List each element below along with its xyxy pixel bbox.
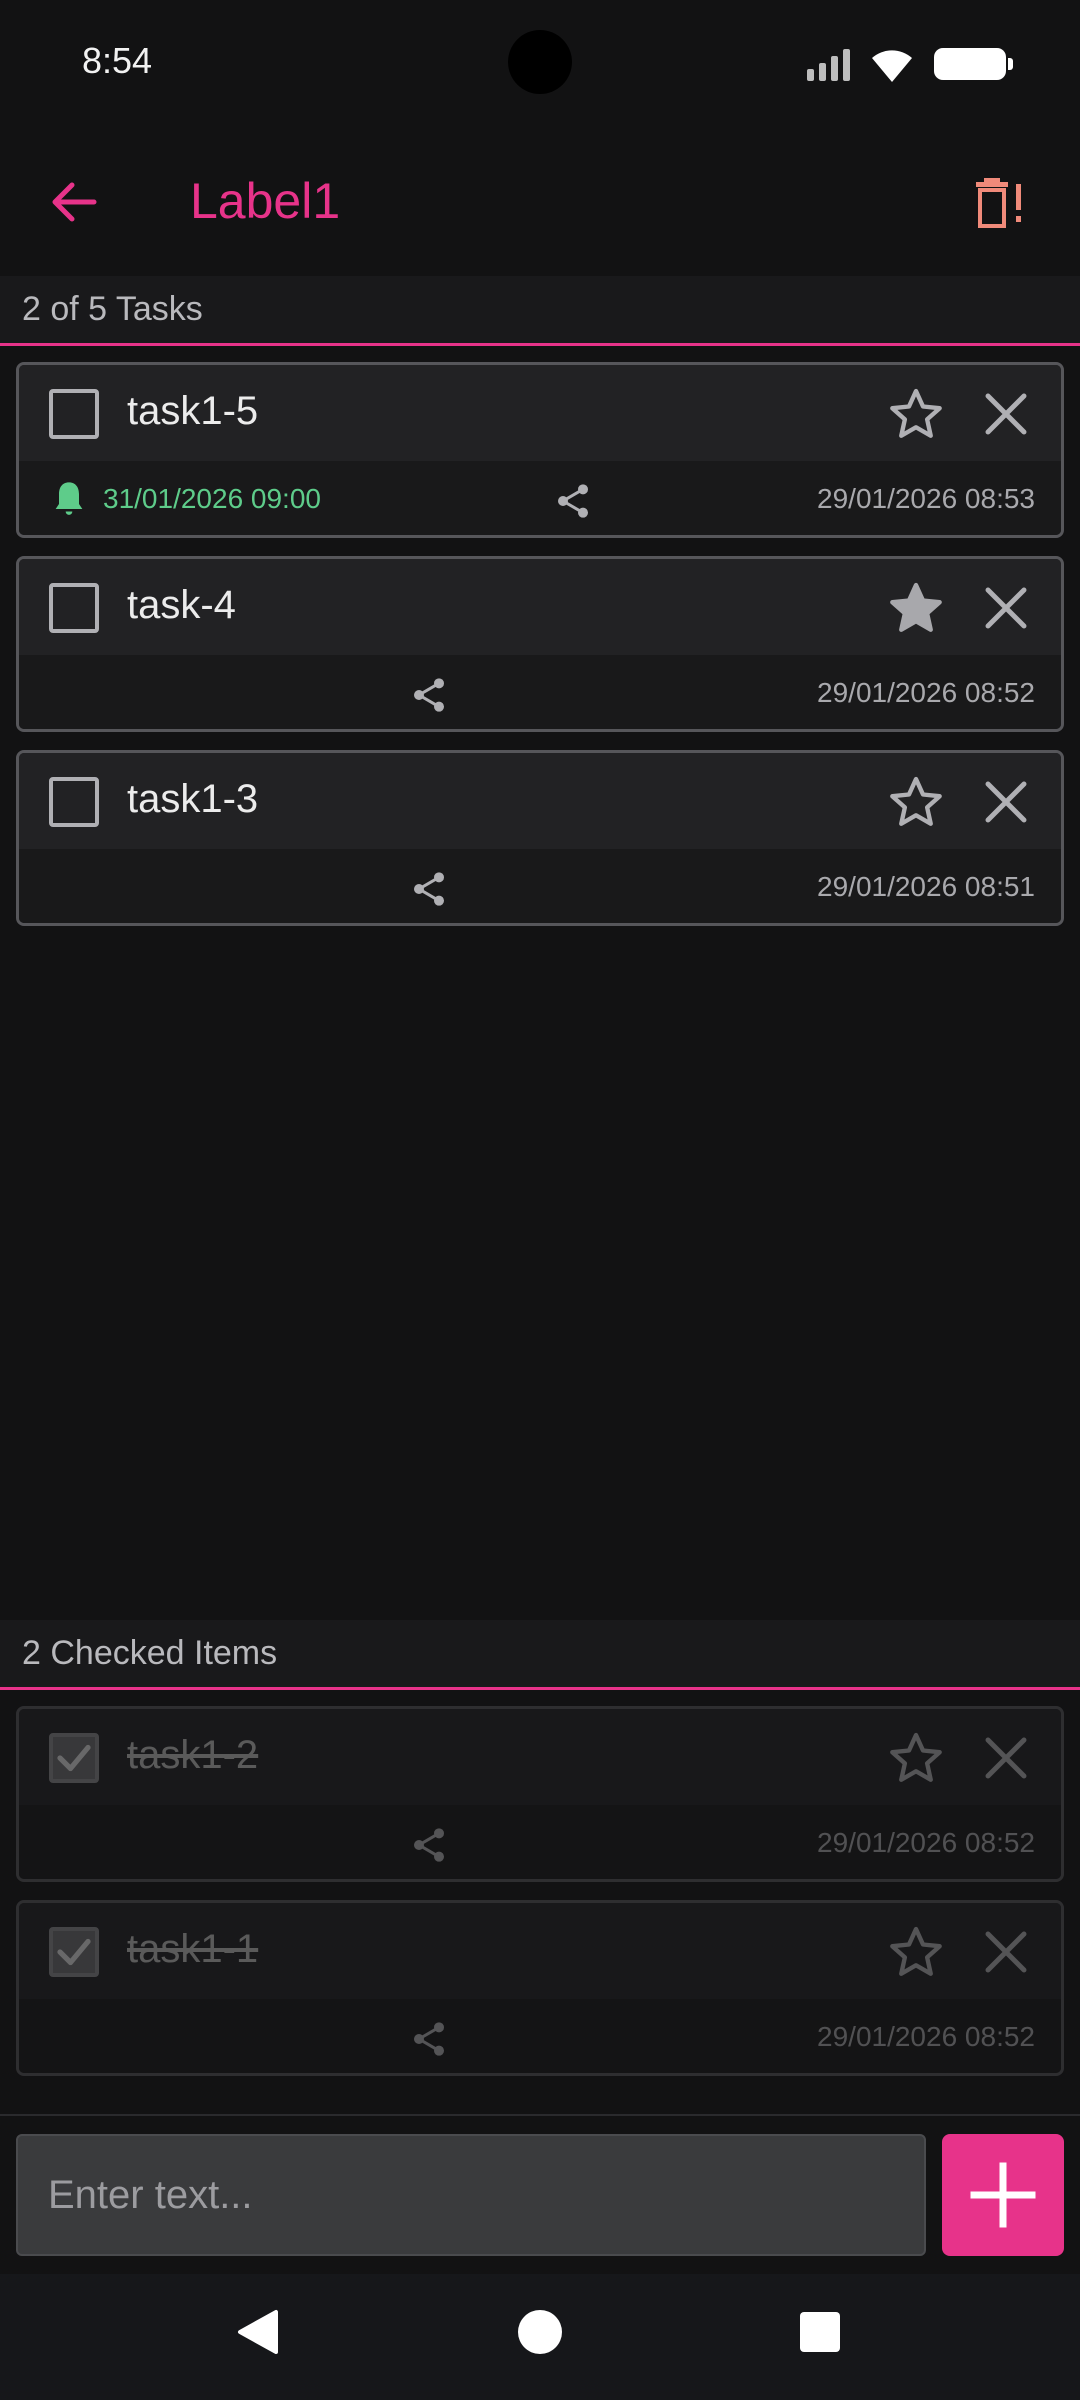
signal-icon (807, 47, 850, 81)
task-checkbox[interactable] (49, 389, 99, 439)
star-icon[interactable] (887, 1729, 945, 1787)
task-title[interactable]: task-4 (127, 583, 236, 628)
close-icon[interactable] (979, 581, 1033, 635)
battery-icon (934, 48, 1013, 80)
task-checkbox[interactable] (49, 777, 99, 827)
checked-count-label: 2 Checked Items (22, 1634, 278, 1672)
bell-icon (55, 482, 83, 515)
arrow-left-icon[interactable] (42, 170, 106, 234)
share-icon[interactable] (409, 869, 449, 909)
task-timestamp: 29/01/2026 08:53 (817, 483, 1035, 514)
task-checkbox-checked[interactable] (49, 1733, 99, 1783)
input-bar (0, 2114, 1080, 2274)
close-icon[interactable] (979, 1925, 1033, 1979)
star-icon[interactable] (887, 385, 945, 443)
system-nav-bar (0, 2274, 1080, 2400)
task-timestamp: 29/01/2026 08:52 (817, 677, 1035, 708)
checked-section-header: 2 Checked Items (0, 1620, 1080, 1690)
nav-recents-icon[interactable] (800, 2312, 840, 2352)
add-task-button[interactable] (942, 2134, 1064, 2256)
alarm-time: 31/01/2026 09:00 (103, 483, 321, 514)
star-icon[interactable] (887, 1923, 945, 1981)
task-title[interactable]: task1-5 (127, 389, 258, 434)
check-icon (57, 1744, 91, 1772)
pending-count-label: 2 of 5 Tasks (22, 290, 203, 328)
close-icon[interactable] (979, 387, 1033, 441)
status-bar: 8:54 (0, 0, 1080, 128)
share-icon[interactable] (409, 675, 449, 715)
close-icon[interactable] (979, 775, 1033, 829)
task-card[interactable]: task1-3 29/01/2026 08:51 (16, 750, 1064, 926)
task-title[interactable]: task1-1 (127, 1927, 258, 1972)
camera-cutout (508, 30, 572, 94)
app-bar: Label1 (0, 128, 1080, 276)
close-icon[interactable] (979, 1731, 1033, 1785)
status-time: 8:54 (82, 40, 153, 81)
task-timestamp: 29/01/2026 08:52 (817, 1827, 1035, 1858)
checked-task-card[interactable]: task1-2 29/01/2026 08:52 (16, 1706, 1064, 1882)
check-icon (57, 1938, 91, 1966)
task-title[interactable]: task1-3 (127, 777, 258, 822)
status-icons (807, 42, 1013, 86)
task-card[interactable]: task-4 29/01/2026 08:52 (16, 556, 1064, 732)
star-icon[interactable] (887, 773, 945, 831)
star-filled-icon[interactable] (887, 579, 945, 637)
checked-task-card[interactable]: task1-1 29/01/2026 08:52 (16, 1900, 1064, 2076)
nav-home-icon[interactable] (518, 2310, 562, 2354)
page-title: Label1 (190, 173, 341, 229)
task-checkbox-checked[interactable] (49, 1927, 99, 1977)
plus-icon (970, 2162, 1036, 2228)
share-icon[interactable] (409, 2019, 449, 2059)
share-icon[interactable] (409, 1825, 449, 1865)
pending-section-header: 2 of 5 Tasks (0, 276, 1080, 346)
new-task-input[interactable] (16, 2134, 926, 2256)
task-card[interactable]: task1-5 31/01/2026 09:00 29/01/2026 08:5… (16, 362, 1064, 538)
task-checkbox[interactable] (49, 583, 99, 633)
nav-back-icon[interactable] (232, 2306, 284, 2358)
share-icon[interactable] (553, 481, 593, 521)
alarm-info[interactable]: 31/01/2026 09:00 (49, 479, 321, 519)
delete-all-icon[interactable] (970, 170, 1034, 234)
task-timestamp: 29/01/2026 08:52 (817, 2021, 1035, 2052)
task-timestamp: 29/01/2026 08:51 (817, 871, 1035, 902)
task-title[interactable]: task1-2 (127, 1733, 258, 1778)
wifi-icon (872, 50, 912, 82)
